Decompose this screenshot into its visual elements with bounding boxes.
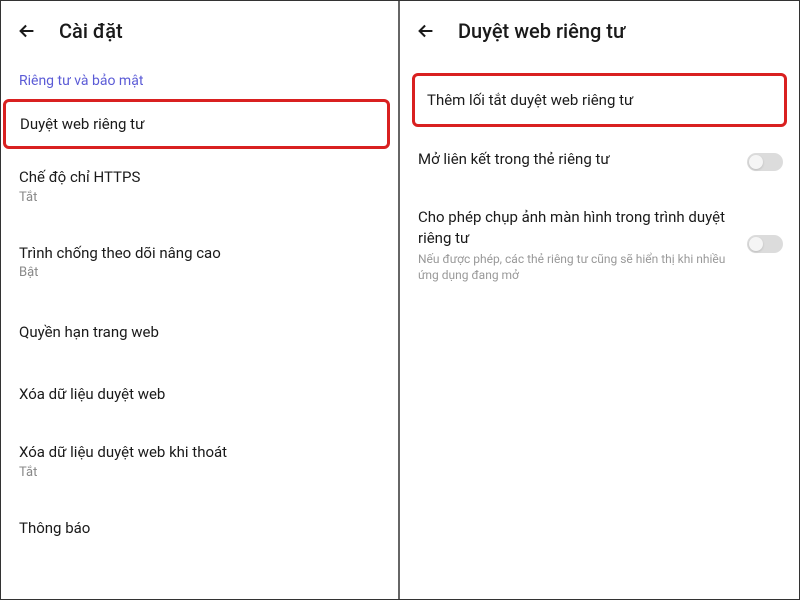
item-notifications[interactable]: Thông báo: [1, 502, 398, 554]
item-site-permissions[interactable]: Quyền hạn trang web: [1, 306, 398, 358]
page-title: Duyệt web riêng tư: [458, 19, 625, 43]
page-title: Cài đặt: [59, 19, 123, 43]
list-item-label: Duyệt web riêng tư: [20, 114, 373, 134]
back-icon[interactable]: [15, 19, 39, 43]
private-browsing-panel: Duyệt web riêng tư Thêm lối tắt duyệt we…: [400, 1, 799, 599]
toggle-label: Mở liên kết trong thẻ riêng tư: [418, 149, 735, 169]
list-item-status: Tắt: [19, 190, 380, 205]
list-item-label: Chế độ chỉ HTTPS: [19, 167, 380, 187]
list-item-label: Trình chống theo dõi nâng cao: [19, 243, 380, 263]
row-open-links-private[interactable]: Mở liên kết trong thẻ riêng tư: [400, 135, 799, 185]
list-item-label: Quyền hạn trang web: [19, 322, 380, 342]
item-tracking-protection[interactable]: Trình chống theo dõi nâng cao Bật: [1, 227, 398, 296]
list-item-status: Tắt: [19, 465, 380, 480]
item-delete-on-quit[interactable]: Xóa dữ liệu duyệt web khi thoát Tắt: [1, 426, 398, 495]
list-item-label: Thông báo: [19, 518, 380, 538]
section-header-privacy: Riêng tư và bảo mật: [1, 61, 398, 97]
header-left: Cài đặt: [1, 1, 398, 61]
item-https-only[interactable]: Chế độ chỉ HTTPS Tắt: [1, 151, 398, 220]
toggle-switch[interactable]: [747, 235, 783, 253]
list-item-label: Xóa dữ liệu duyệt web khi thoát: [19, 442, 380, 462]
toggle-description: Nếu được phép, các thẻ riêng tư cũng sẽ …: [418, 251, 735, 283]
row-allow-screenshots[interactable]: Cho phép chụp ảnh màn hình trong trình d…: [400, 193, 799, 297]
toggle-label: Cho phép chụp ảnh màn hình trong trình d…: [418, 207, 735, 248]
header-right: Duyệt web riêng tư: [400, 1, 799, 61]
list-item-status: Bật: [19, 265, 380, 280]
item-private-browsing[interactable]: Duyệt web riêng tư: [3, 99, 390, 149]
item-add-private-shortcut[interactable]: Thêm lối tắt duyệt web riêng tư: [412, 73, 787, 127]
toggle-switch[interactable]: [747, 153, 783, 171]
list-item-label: Thêm lối tắt duyệt web riêng tư: [427, 90, 772, 110]
item-delete-browsing-data[interactable]: Xóa dữ liệu duyệt web: [1, 368, 398, 420]
settings-panel: Cài đặt Riêng tư và bảo mật Duyệt web ri…: [1, 1, 400, 599]
list-item-label: Xóa dữ liệu duyệt web: [19, 384, 380, 404]
back-icon[interactable]: [414, 19, 438, 43]
